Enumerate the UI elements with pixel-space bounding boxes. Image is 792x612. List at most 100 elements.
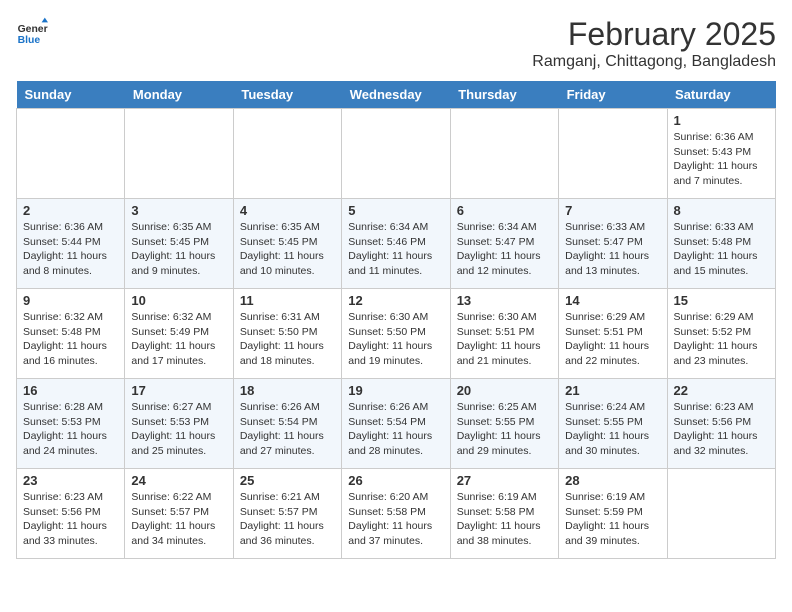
calendar-cell: 5 Sunrise: 6:34 AM Sunset: 5:46 PM Daylig… xyxy=(342,199,450,289)
day-info: Sunrise: 6:30 AM Sunset: 5:50 PM Dayligh… xyxy=(348,310,443,369)
day-info: Sunrise: 6:19 AM Sunset: 5:59 PM Dayligh… xyxy=(565,490,660,549)
day-info: Sunrise: 6:26 AM Sunset: 5:54 PM Dayligh… xyxy=(348,400,443,459)
calendar-cell: 27 Sunrise: 6:19 AM Sunset: 5:58 PM Dayli… xyxy=(450,469,558,559)
calendar-cell: 13 Sunrise: 6:30 AM Sunset: 5:51 PM Dayli… xyxy=(450,289,558,379)
calendar-cell: 20 Sunrise: 6:25 AM Sunset: 5:55 PM Dayli… xyxy=(450,379,558,469)
day-info: Sunrise: 6:36 AM Sunset: 5:44 PM Dayligh… xyxy=(23,220,118,279)
day-info: Sunrise: 6:23 AM Sunset: 5:56 PM Dayligh… xyxy=(674,400,769,459)
day-info: Sunrise: 6:26 AM Sunset: 5:54 PM Dayligh… xyxy=(240,400,335,459)
day-info: Sunrise: 6:20 AM Sunset: 5:58 PM Dayligh… xyxy=(348,490,443,549)
day-info: Sunrise: 6:23 AM Sunset: 5:56 PM Dayligh… xyxy=(23,490,118,549)
calendar-cell xyxy=(233,109,341,199)
svg-text:General: General xyxy=(18,24,48,35)
column-header-wednesday: Wednesday xyxy=(342,81,450,109)
day-info: Sunrise: 6:34 AM Sunset: 5:47 PM Dayligh… xyxy=(457,220,552,279)
calendar-cell: 6 Sunrise: 6:34 AM Sunset: 5:47 PM Daylig… xyxy=(450,199,558,289)
week-row-2: 2 Sunrise: 6:36 AM Sunset: 5:44 PM Daylig… xyxy=(17,199,776,289)
calendar-cell xyxy=(17,109,125,199)
day-info: Sunrise: 6:30 AM Sunset: 5:51 PM Dayligh… xyxy=(457,310,552,369)
day-number: 24 xyxy=(131,473,226,488)
week-row-1: 1 Sunrise: 6:36 AM Sunset: 5:43 PM Daylig… xyxy=(17,109,776,199)
day-number: 3 xyxy=(131,203,226,218)
day-number: 6 xyxy=(457,203,552,218)
week-row-5: 23Sunrise: 6:23 AM Sunset: 5:56 PM Dayli… xyxy=(17,469,776,559)
week-row-4: 16 Sunrise: 6:28 AM Sunset: 5:53 PM Dayli… xyxy=(17,379,776,469)
day-number: 9 xyxy=(23,293,118,308)
calendar-cell: 9 Sunrise: 6:32 AM Sunset: 5:48 PM Daylig… xyxy=(17,289,125,379)
day-info: Sunrise: 6:33 AM Sunset: 5:47 PM Dayligh… xyxy=(565,220,660,279)
day-number: 14 xyxy=(565,293,660,308)
calendar-cell: 10 Sunrise: 6:32 AM Sunset: 5:49 PM Dayli… xyxy=(125,289,233,379)
day-number: 21 xyxy=(565,383,660,398)
svg-text:Blue: Blue xyxy=(18,35,41,46)
calendar-cell: 17 Sunrise: 6:27 AM Sunset: 5:53 PM Dayli… xyxy=(125,379,233,469)
calendar-cell: 21 Sunrise: 6:24 AM Sunset: 5:55 PM Dayli… xyxy=(559,379,667,469)
day-number: 2 xyxy=(23,203,118,218)
calendar-cell: 2 Sunrise: 6:36 AM Sunset: 5:44 PM Daylig… xyxy=(17,199,125,289)
calendar-cell: 1 Sunrise: 6:36 AM Sunset: 5:43 PM Daylig… xyxy=(667,109,775,199)
day-info: Sunrise: 6:31 AM Sunset: 5:50 PM Dayligh… xyxy=(240,310,335,369)
calendar-cell: 4Sunrise: 6:35 AM Sunset: 5:45 PM Daylig… xyxy=(233,199,341,289)
day-number: 18 xyxy=(240,383,335,398)
day-info: Sunrise: 6:32 AM Sunset: 5:48 PM Dayligh… xyxy=(23,310,118,369)
day-number: 11 xyxy=(240,293,335,308)
logo-icon: General Blue xyxy=(16,16,48,48)
subtitle: Ramganj, Chittagong, Bangladesh xyxy=(532,53,776,71)
day-number: 17 xyxy=(131,383,226,398)
calendar-cell xyxy=(450,109,558,199)
day-info: Sunrise: 6:27 AM Sunset: 5:53 PM Dayligh… xyxy=(131,400,226,459)
day-info: Sunrise: 6:36 AM Sunset: 5:43 PM Dayligh… xyxy=(674,130,769,189)
day-number: 7 xyxy=(565,203,660,218)
calendar-cell xyxy=(342,109,450,199)
calendar-cell: 7 Sunrise: 6:33 AM Sunset: 5:47 PM Daylig… xyxy=(559,199,667,289)
day-info: Sunrise: 6:35 AM Sunset: 5:45 PM Dayligh… xyxy=(131,220,226,279)
day-info: Sunrise: 6:34 AM Sunset: 5:46 PM Dayligh… xyxy=(348,220,443,279)
calendar-cell xyxy=(125,109,233,199)
week-row-3: 9 Sunrise: 6:32 AM Sunset: 5:48 PM Daylig… xyxy=(17,289,776,379)
day-number: 20 xyxy=(457,383,552,398)
column-header-thursday: Thursday xyxy=(450,81,558,109)
day-info: Sunrise: 6:21 AM Sunset: 5:57 PM Dayligh… xyxy=(240,490,335,549)
column-header-tuesday: Tuesday xyxy=(233,81,341,109)
logo: General Blue xyxy=(16,16,48,48)
day-number: 22 xyxy=(674,383,769,398)
calendar-cell: 23Sunrise: 6:23 AM Sunset: 5:56 PM Dayli… xyxy=(17,469,125,559)
column-header-sunday: Sunday xyxy=(17,81,125,109)
calendar-cell: 28 Sunrise: 6:19 AM Sunset: 5:59 PM Dayli… xyxy=(559,469,667,559)
day-info: Sunrise: 6:24 AM Sunset: 5:55 PM Dayligh… xyxy=(565,400,660,459)
calendar-table: SundayMondayTuesdayWednesdayThursdayFrid… xyxy=(16,81,776,559)
column-header-friday: Friday xyxy=(559,81,667,109)
day-info: Sunrise: 6:29 AM Sunset: 5:51 PM Dayligh… xyxy=(565,310,660,369)
day-info: Sunrise: 6:19 AM Sunset: 5:58 PM Dayligh… xyxy=(457,490,552,549)
day-number: 10 xyxy=(131,293,226,308)
calendar-cell: 22 Sunrise: 6:23 AM Sunset: 5:56 PM Dayli… xyxy=(667,379,775,469)
day-number: 26 xyxy=(348,473,443,488)
calendar-cell: 8Sunrise: 6:33 AM Sunset: 5:48 PM Daylig… xyxy=(667,199,775,289)
day-number: 15 xyxy=(674,293,769,308)
day-info: Sunrise: 6:28 AM Sunset: 5:53 PM Dayligh… xyxy=(23,400,118,459)
day-number: 1 xyxy=(674,113,769,128)
calendar-cell xyxy=(667,469,775,559)
calendar-cell: 15Sunrise: 6:29 AM Sunset: 5:52 PM Dayli… xyxy=(667,289,775,379)
day-info: Sunrise: 6:35 AM Sunset: 5:45 PM Dayligh… xyxy=(240,220,335,279)
day-number: 27 xyxy=(457,473,552,488)
day-number: 13 xyxy=(457,293,552,308)
calendar-cell: 18 Sunrise: 6:26 AM Sunset: 5:54 PM Dayli… xyxy=(233,379,341,469)
day-number: 12 xyxy=(348,293,443,308)
day-info: Sunrise: 6:33 AM Sunset: 5:48 PM Dayligh… xyxy=(674,220,769,279)
title-area: February 2025 Ramganj, Chittagong, Bangl… xyxy=(532,16,776,71)
column-header-saturday: Saturday xyxy=(667,81,775,109)
calendar-cell: 25Sunrise: 6:21 AM Sunset: 5:57 PM Dayli… xyxy=(233,469,341,559)
day-info: Sunrise: 6:25 AM Sunset: 5:55 PM Dayligh… xyxy=(457,400,552,459)
calendar-cell: 11 Sunrise: 6:31 AM Sunset: 5:50 PM Dayli… xyxy=(233,289,341,379)
day-number: 16 xyxy=(23,383,118,398)
day-number: 19 xyxy=(348,383,443,398)
day-number: 5 xyxy=(348,203,443,218)
day-info: Sunrise: 6:32 AM Sunset: 5:49 PM Dayligh… xyxy=(131,310,226,369)
calendar-cell: 16 Sunrise: 6:28 AM Sunset: 5:53 PM Dayli… xyxy=(17,379,125,469)
day-number: 28 xyxy=(565,473,660,488)
calendar-cell: 19 Sunrise: 6:26 AM Sunset: 5:54 PM Dayli… xyxy=(342,379,450,469)
calendar-cell: 14 Sunrise: 6:29 AM Sunset: 5:51 PM Dayli… xyxy=(559,289,667,379)
calendar-cell: 26 Sunrise: 6:20 AM Sunset: 5:58 PM Dayli… xyxy=(342,469,450,559)
calendar-cell: 3 Sunrise: 6:35 AM Sunset: 5:45 PM Daylig… xyxy=(125,199,233,289)
